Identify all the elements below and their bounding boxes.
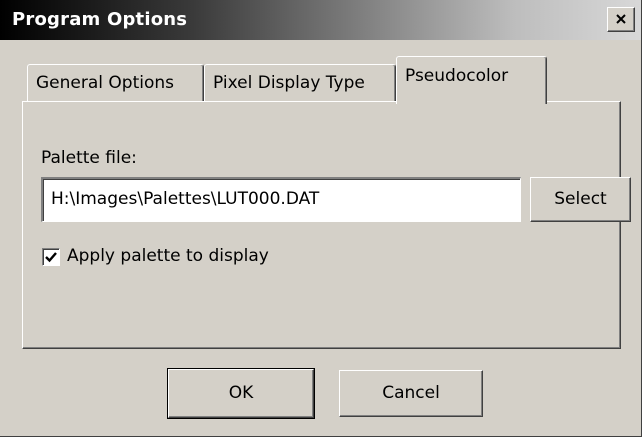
- apply-palette-label[interactable]: Apply palette to display: [67, 246, 269, 266]
- cancel-button[interactable]: Cancel: [339, 370, 483, 417]
- palette-file-label: Palette file:: [41, 148, 137, 168]
- ok-button[interactable]: OK: [167, 368, 315, 419]
- apply-palette-checkbox[interactable]: [42, 248, 60, 266]
- checkmark-icon: [45, 252, 57, 263]
- window-title: Program Options: [12, 9, 188, 30]
- program-options-dialog: Program Options General Options Pixel Di…: [0, 0, 642, 437]
- close-button[interactable]: [607, 7, 635, 32]
- title-bar[interactable]: Program Options: [0, 0, 641, 40]
- tab-pseudocolor[interactable]: Pseudocolor: [396, 56, 547, 104]
- close-icon: [616, 14, 626, 24]
- select-button[interactable]: Select: [530, 177, 631, 222]
- palette-file-input[interactable]: H:\Images\Palettes\LUT000.DAT: [41, 177, 521, 222]
- pseudocolor-panel: [22, 101, 621, 349]
- tab-general-options[interactable]: General Options: [27, 64, 204, 102]
- tab-pixel-display-type[interactable]: Pixel Display Type: [204, 64, 396, 102]
